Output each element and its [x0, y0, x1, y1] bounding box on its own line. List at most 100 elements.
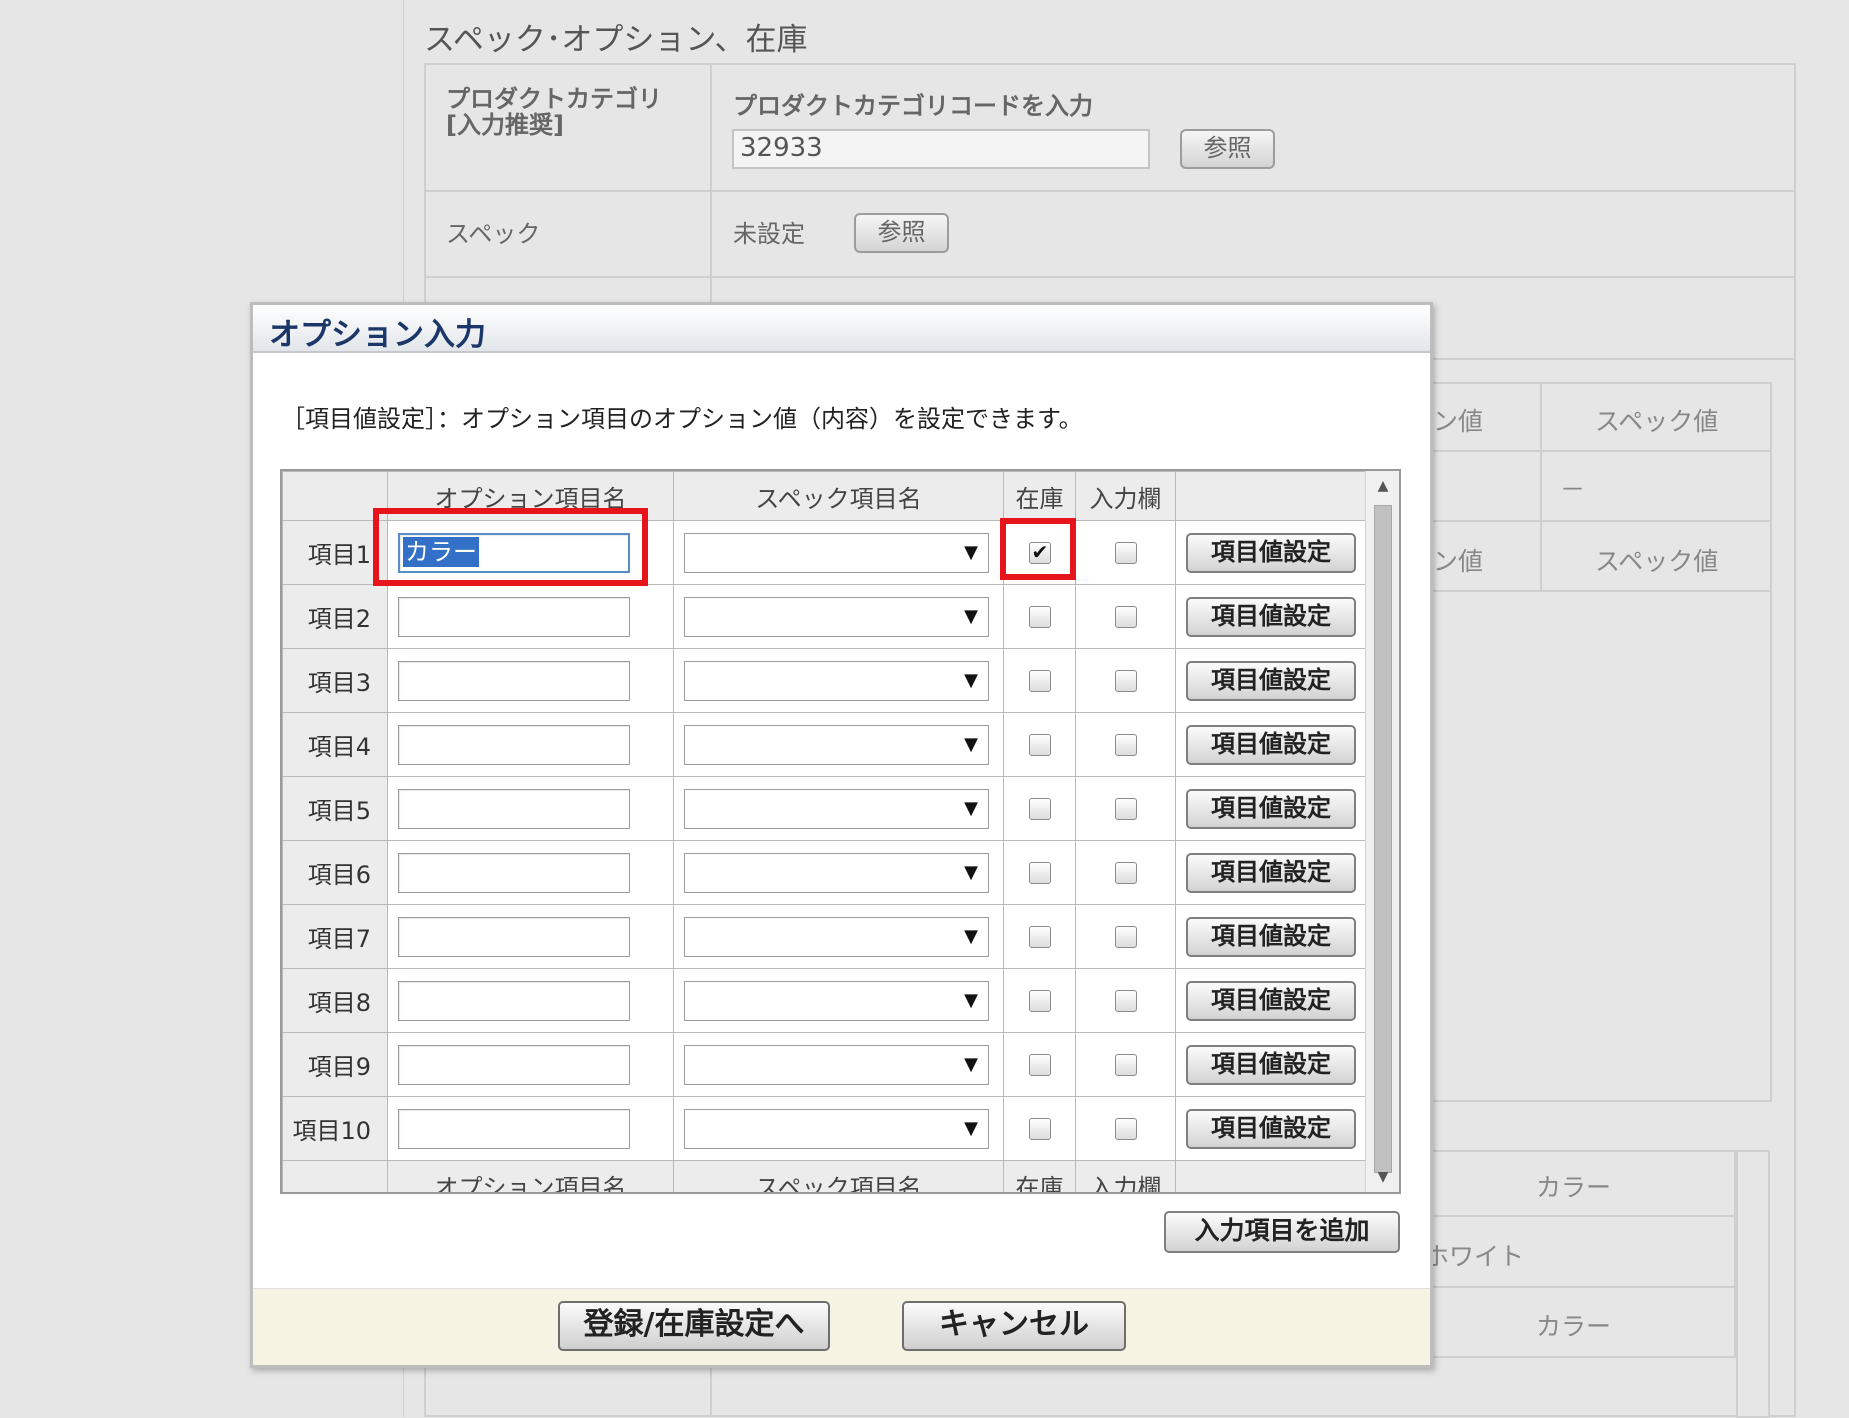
- row-label: 項目9: [282, 1032, 388, 1097]
- header-action: [1175, 471, 1368, 521]
- lower-grid-row-2: ホワイト: [1424, 1242, 1525, 1271]
- spec-name-select[interactable]: ▼: [684, 532, 989, 573]
- stock-checkbox[interactable]: [1028, 605, 1051, 628]
- stock-checkbox[interactable]: [1028, 1053, 1051, 1076]
- option-name-input[interactable]: [398, 724, 630, 765]
- option-name-value: カラー: [403, 536, 479, 567]
- table-footer-row: オプション項目名 スペック項目名 在庫 入力欄: [282, 1160, 1368, 1192]
- row-label: 項目7: [282, 904, 388, 969]
- row-label: 項目1: [282, 520, 388, 585]
- header-option-value-2: ン値: [1433, 547, 1484, 576]
- option-name-input[interactable]: [398, 1108, 630, 1149]
- stock-checkbox[interactable]: [1028, 861, 1051, 884]
- footer-blank: [282, 1160, 388, 1192]
- register-stock-settings-button[interactable]: 登録/在庫設定へ: [558, 1301, 830, 1351]
- stock-checkbox[interactable]: [1028, 669, 1051, 692]
- item-value-settings-button[interactable]: 項目値設定: [1186, 788, 1356, 829]
- add-input-item-button[interactable]: 入力項目を追加: [1164, 1211, 1400, 1253]
- item-value-settings-button[interactable]: 項目値設定: [1186, 852, 1356, 893]
- item-value-settings-button[interactable]: 項目値設定: [1186, 596, 1356, 637]
- table-header-row: オプション項目名 スペック項目名 在庫 入力欄: [282, 471, 1368, 521]
- option-grid: オプション項目名 スペック項目名 在庫 入力欄 項目1カラー▼項目値設定項目2▼…: [280, 469, 1401, 1194]
- spec-name-select[interactable]: ▼: [684, 916, 989, 957]
- header-option-name: オプション項目名: [387, 471, 674, 521]
- stock-checkbox[interactable]: [1028, 540, 1051, 564]
- option-name-input[interactable]: [398, 788, 630, 829]
- product-category-reference-button[interactable]: 参照: [1180, 129, 1275, 169]
- table-row: 項目8 ▼ 項目値設定: [282, 968, 1368, 1033]
- footer-input-field: 入力欄: [1075, 1160, 1176, 1192]
- option-name-input[interactable]: カラー: [398, 532, 630, 573]
- scroll-up-arrow-icon[interactable]: ▲: [1366, 471, 1399, 501]
- product-category-prompt: プロダクトカテゴリコードを入力: [733, 92, 1093, 120]
- input-field-checkbox[interactable]: [1114, 1117, 1137, 1140]
- item-value-settings-button[interactable]: 項目値設定: [1186, 980, 1356, 1021]
- spec-name-select[interactable]: ▼: [684, 788, 989, 829]
- table-row: 項目10 ▼ 項目値設定: [282, 1096, 1368, 1161]
- scroll-thumb[interactable]: [1374, 505, 1392, 1173]
- background-scrollbar[interactable]: [1736, 1150, 1770, 1418]
- header-spec-name: スペック項目名: [673, 471, 1004, 521]
- item-value-settings-button[interactable]: 項目値設定: [1186, 916, 1356, 957]
- spec-name-select[interactable]: ▼: [684, 852, 989, 893]
- item-value-settings-button[interactable]: 項目値設定: [1186, 532, 1356, 573]
- lower-grid-row-1: カラー: [1536, 1173, 1612, 1202]
- option-name-input[interactable]: [398, 1044, 630, 1085]
- dropdown-arrow-icon: ▼: [964, 605, 978, 627]
- option-name-input[interactable]: [398, 916, 630, 957]
- option-name-input[interactable]: [398, 596, 630, 637]
- footer-action: [1175, 1160, 1368, 1192]
- spec-name-select[interactable]: ▼: [684, 724, 989, 765]
- section-title: スペック･オプション、在庫: [424, 22, 808, 58]
- dialog-footer: 登録/在庫設定へ キャンセル: [253, 1288, 1430, 1365]
- input-field-checkbox[interactable]: [1114, 989, 1137, 1012]
- row-label: 項目10: [282, 1096, 388, 1161]
- dropdown-arrow-icon: ▼: [964, 1053, 978, 1075]
- spec-name-select[interactable]: ▼: [684, 660, 989, 701]
- spec-name-select[interactable]: ▼: [684, 1044, 989, 1085]
- stock-checkbox[interactable]: [1028, 797, 1051, 820]
- stock-checkbox[interactable]: [1028, 925, 1051, 948]
- option-name-input[interactable]: [398, 660, 630, 701]
- item-value-settings-button[interactable]: 項目値設定: [1186, 1044, 1356, 1085]
- input-field-checkbox[interactable]: [1114, 861, 1137, 884]
- header-stock: 在庫: [1003, 471, 1076, 521]
- input-field-checkbox[interactable]: [1114, 605, 1137, 628]
- spec-label: スペック: [446, 220, 541, 248]
- input-field-checkbox[interactable]: [1114, 797, 1137, 820]
- option-name-input[interactable]: [398, 852, 630, 893]
- table-row: 項目5 ▼ 項目値設定: [282, 776, 1368, 841]
- scroll-down-arrow-icon[interactable]: ▼: [1366, 1162, 1399, 1192]
- grid-scrollbar[interactable]: ▲ ▼: [1365, 471, 1399, 1192]
- cancel-button[interactable]: キャンセル: [902, 1301, 1126, 1351]
- row-label: 項目3: [282, 648, 388, 713]
- input-field-checkbox[interactable]: [1114, 669, 1137, 692]
- input-field-checkbox[interactable]: [1114, 541, 1137, 564]
- header-spec-value-2: スペック値: [1595, 547, 1719, 576]
- stock-checkbox[interactable]: [1028, 733, 1051, 756]
- footer-option-name: オプション項目名: [387, 1160, 674, 1192]
- dropdown-arrow-icon: ▼: [964, 861, 978, 883]
- stock-checkbox[interactable]: [1028, 1117, 1051, 1140]
- stock-checkbox[interactable]: [1028, 989, 1051, 1012]
- dropdown-arrow-icon: ▼: [964, 925, 978, 947]
- spec-name-select[interactable]: ▼: [684, 980, 989, 1021]
- spec-reference-button[interactable]: 参照: [854, 213, 949, 253]
- spec-name-select[interactable]: ▼: [684, 596, 989, 637]
- table-row: 項目4 ▼ 項目値設定: [282, 712, 1368, 777]
- item-value-settings-button[interactable]: 項目値設定: [1186, 724, 1356, 765]
- header-input-field: 入力欄: [1075, 471, 1176, 521]
- input-field-checkbox[interactable]: [1114, 925, 1137, 948]
- item-value-settings-button[interactable]: 項目値設定: [1186, 660, 1356, 701]
- spec-value-dash: －: [1560, 475, 1586, 504]
- spec-name-select[interactable]: ▼: [684, 1108, 989, 1149]
- option-name-input[interactable]: [398, 980, 630, 1021]
- option-rows: 項目1カラー▼項目値設定項目2▼項目値設定項目3▼項目値設定項目4▼項目値設定項…: [282, 520, 1368, 1161]
- lower-grid-row-3: カラー: [1536, 1312, 1612, 1341]
- product-category-input[interactable]: 32933: [732, 129, 1150, 169]
- input-field-checkbox[interactable]: [1114, 1053, 1137, 1076]
- input-field-checkbox[interactable]: [1114, 733, 1137, 756]
- item-value-settings-button[interactable]: 項目値設定: [1186, 1108, 1356, 1149]
- table-row: 項目7 ▼ 項目値設定: [282, 904, 1368, 969]
- row-label: 項目5: [282, 776, 388, 841]
